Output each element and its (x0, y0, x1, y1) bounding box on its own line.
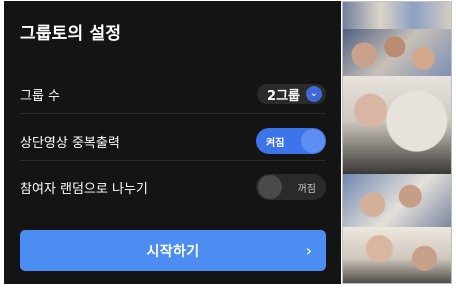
top-video-duplicate-row: 상단영상 중복출력 켜짐 (20, 122, 326, 160)
panel-title: 그룹토의 설정 (20, 24, 122, 44)
group-count-row: 그룹 수 2그룹 ⌄ (20, 75, 326, 113)
row-divider (20, 160, 326, 161)
toggle-on-text: 켜짐 (266, 137, 285, 149)
group-count-select[interactable]: 2그룹 ⌄ (257, 84, 326, 104)
chevron-right-icon: › (305, 241, 312, 260)
video-tile (342, 76, 452, 174)
start-button[interactable]: 시작하기 › (20, 230, 326, 271)
row-divider (20, 113, 326, 114)
start-button-label: 시작하기 (146, 243, 200, 260)
video-tile (342, 227, 452, 284)
random-split-label: 참여자 랜덤으로 나누기 (20, 181, 148, 197)
group-count-label: 그룹 수 (20, 88, 61, 104)
screenshot-frame: 그룹토의 설정 그룹 수 2그룹 ⌄ 상단영상 중복출력 켜짐 참여자 랜덤으로… (0, 0, 456, 289)
toggle-knob (301, 129, 325, 153)
top-video-duplicate-toggle[interactable]: 켜짐 (256, 128, 326, 154)
video-tile (342, 1, 452, 29)
toggle-off-text: 꺼짐 (297, 183, 316, 195)
participant-video-strip (342, 1, 452, 284)
random-split-row: 참여자 랜덤으로 나누기 꺼짐 (20, 168, 326, 206)
top-video-duplicate-label: 상단영상 중복출력 (20, 135, 120, 151)
group-discussion-settings-panel: 그룹토의 설정 그룹 수 2그룹 ⌄ 상단영상 중복출력 켜짐 참여자 랜덤으로… (4, 1, 341, 284)
video-tile (342, 29, 452, 76)
toggle-knob (258, 175, 282, 199)
group-count-value: 2그룹 (267, 88, 300, 104)
video-tile (342, 174, 452, 227)
random-split-toggle[interactable]: 꺼짐 (256, 174, 326, 200)
chevron-down-icon: ⌄ (306, 86, 322, 102)
